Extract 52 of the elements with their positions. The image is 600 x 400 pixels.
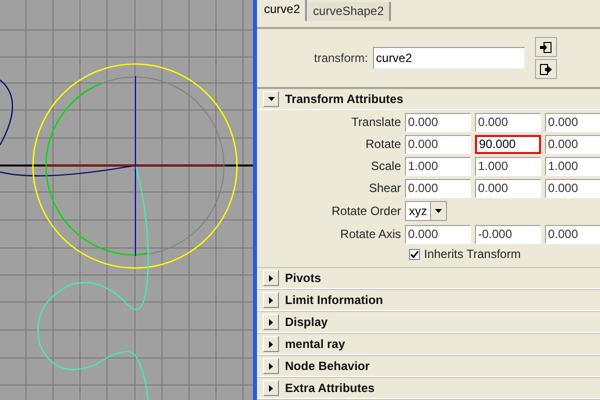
number-field[interactable]: 0.000 xyxy=(545,224,600,244)
section-title: mental ray xyxy=(285,336,346,353)
triangle-right-icon xyxy=(269,274,273,282)
attribute-label: Rotate Order xyxy=(330,203,402,220)
section-toggle[interactable] xyxy=(263,91,279,107)
number-field[interactable]: 1.000 xyxy=(475,156,541,176)
section-title: Node Behavior xyxy=(285,358,370,375)
number-field[interactable]: 0.000 xyxy=(545,178,600,198)
section-title: Pivots xyxy=(285,270,322,287)
number-field[interactable]: 1.000 xyxy=(405,156,471,176)
number-field[interactable]: 0.000 xyxy=(545,134,600,154)
arrow-into-box-icon xyxy=(540,42,552,53)
number-field[interactable]: 0.000 xyxy=(405,112,471,132)
attribute-label: Scale xyxy=(370,158,402,175)
number-field[interactable]: 0.000 xyxy=(405,178,471,198)
attribute-label: Translate xyxy=(350,114,402,131)
triangle-right-icon xyxy=(269,384,273,392)
arrow-out-of-box-icon xyxy=(540,64,552,75)
section-title: Limit Information xyxy=(285,292,383,309)
section-toggle[interactable] xyxy=(263,314,279,330)
section-toggle[interactable] xyxy=(263,336,279,352)
tab[interactable]: curveShape2 xyxy=(308,2,391,21)
attribute-label: Rotate xyxy=(364,136,402,153)
section-title: Display xyxy=(285,314,328,331)
node-name-field[interactable]: curve2 xyxy=(373,47,526,70)
save-button[interactable] xyxy=(535,59,558,80)
section-toggle[interactable] xyxy=(263,380,279,396)
triangle-right-icon xyxy=(269,318,273,326)
load-button[interactable] xyxy=(535,37,558,58)
checkbox-label: Inherits Transform xyxy=(424,246,521,263)
section-title: Extra Attributes xyxy=(285,380,375,397)
node-type-label: transform: xyxy=(314,50,368,68)
number-field[interactable]: 0.000 xyxy=(475,112,541,132)
checkbox[interactable] xyxy=(409,248,420,260)
number-field[interactable]: -0.000 xyxy=(475,224,541,244)
rotate-order-dropdown[interactable]: xyz xyxy=(405,201,447,221)
number-field[interactable]: 0.000 xyxy=(405,224,471,244)
attribute-label: Rotate Axis xyxy=(339,226,402,243)
section-toggle[interactable] xyxy=(263,292,279,308)
number-field[interactable]: 0.000 xyxy=(545,112,600,132)
section-toggle[interactable] xyxy=(263,270,279,286)
number-field[interactable]: 90.000 xyxy=(475,134,541,154)
triangle-down-icon xyxy=(268,97,274,101)
triangle-right-icon xyxy=(269,340,273,348)
section-toggle[interactable] xyxy=(263,358,279,374)
number-field[interactable]: 0.000 xyxy=(405,134,471,154)
triangle-right-icon xyxy=(269,296,273,304)
section-title: Transform Attributes xyxy=(285,91,404,108)
number-field[interactable]: 1.000 xyxy=(545,156,600,176)
attribute-label: Shear xyxy=(368,180,402,197)
triangle-right-icon xyxy=(269,362,273,370)
number-field[interactable]: 0.000 xyxy=(475,178,541,198)
